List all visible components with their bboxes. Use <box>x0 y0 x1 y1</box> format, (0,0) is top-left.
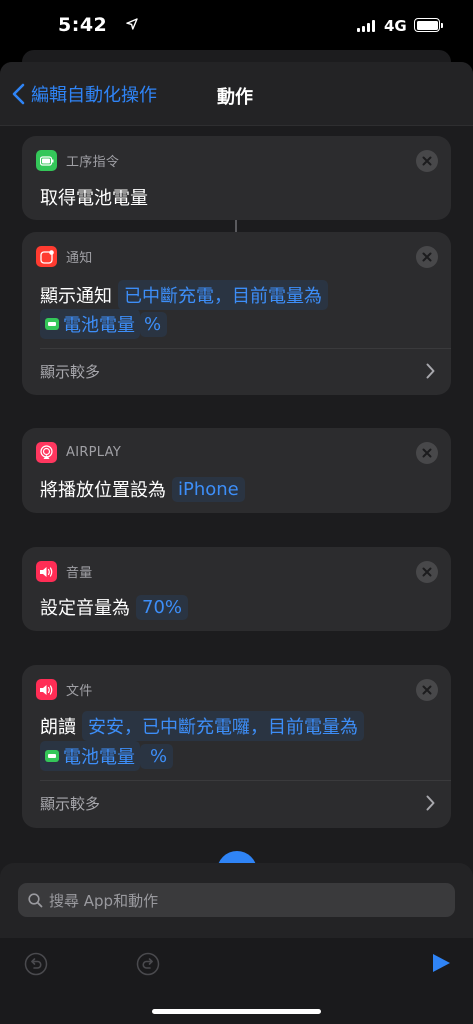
show-more-button[interactable]: 顯示較多 <box>40 781 435 825</box>
action-label: 朗讀 <box>40 717 76 738</box>
home-indicator <box>152 1009 321 1014</box>
play-icon[interactable] <box>430 952 452 974</box>
search-icon <box>28 892 43 907</box>
remove-action-button[interactable] <box>416 561 438 583</box>
search-placeholder: 搜尋 App和動作 <box>49 891 159 910</box>
shortcuts-battery-icon <box>36 150 57 171</box>
card-header: 文件 <box>36 679 93 700</box>
undo-icon[interactable] <box>24 952 48 976</box>
battery-variable-icon <box>45 750 59 762</box>
search-input[interactable]: 搜尋 App和動作 <box>18 883 455 917</box>
card-app-label: 通知 <box>66 251 93 266</box>
action-label: 顯示通知 <box>40 286 112 307</box>
card-app-label: 文件 <box>66 684 93 699</box>
page-title: 動作 <box>217 87 253 108</box>
show-more-label: 顯示較多 <box>40 362 101 381</box>
remove-action-button[interactable] <box>416 679 438 701</box>
connector-line <box>235 220 237 232</box>
chevron-right-icon <box>426 363 435 379</box>
status-time: 5:42 <box>58 14 108 36</box>
action-text: 設定音量為 70% <box>40 594 189 620</box>
card-header: 音量 <box>36 561 93 582</box>
location-arrow-icon <box>126 18 138 30</box>
chevron-right-icon <box>426 795 435 811</box>
action-card-airplay[interactable]: AIRPLAY 將播放位置設為 iPhone <box>22 428 451 513</box>
battery-variable-token[interactable]: 電池電量 <box>40 309 140 339</box>
remove-action-button[interactable] <box>416 442 438 464</box>
action-text: 顯示通知 已中斷充電，目前電量為 <box>40 280 328 310</box>
close-icon <box>422 252 432 262</box>
status-bar: 5:42 4G <box>0 0 473 52</box>
action-text: 將播放位置設為 iPhone <box>40 476 245 502</box>
card-header: 通知 <box>36 246 93 267</box>
card-app-label: AIRPLAY <box>66 445 122 460</box>
action-text: 朗讀 安安，已中斷充電囉，目前電量為 <box>40 711 364 741</box>
action-text-line2: 電池電量 % <box>40 309 168 339</box>
action-card-speak-text[interactable]: 文件 朗讀 安安，已中斷充電囉，目前電量為 電池電量 % 顯示較多 <box>22 665 451 828</box>
airplay-icon <box>36 442 57 463</box>
remove-action-button[interactable] <box>416 150 438 172</box>
percent-token[interactable]: % <box>140 311 168 337</box>
battery-icon <box>414 18 443 32</box>
remove-action-button[interactable] <box>416 246 438 268</box>
card-header: 工序指令 <box>36 150 119 171</box>
variable-label: 電池電量 <box>63 315 135 336</box>
close-icon <box>422 156 432 166</box>
card-app-label: 音量 <box>66 566 93 581</box>
speech-text-token[interactable]: 安安，已中斷充電囉，目前電量為 <box>82 711 364 741</box>
action-card-set-volume[interactable]: 音量 設定音量為 70% <box>22 547 451 631</box>
show-more-label: 顯示較多 <box>40 794 101 813</box>
card-header: AIRPLAY <box>36 442 121 463</box>
volume-token[interactable]: 70% <box>136 594 189 620</box>
redo-icon[interactable] <box>136 952 160 976</box>
action-card-show-notification[interactable]: 通知 顯示通知 已中斷充電，目前電量為 電池電量 % 顯示較多 <box>22 232 451 395</box>
show-more-button[interactable]: 顯示較多 <box>40 349 435 393</box>
network-label: 4G <box>384 17 407 35</box>
message-token[interactable]: 已中斷充電，目前電量為 <box>118 280 328 310</box>
action-label: 取得電池電量 <box>40 188 148 209</box>
card-app-label: 工序指令 <box>66 155 120 170</box>
speaker-icon <box>36 679 57 700</box>
action-text: 取得電池電量 <box>40 184 148 210</box>
battery-variable-token[interactable]: 電池電量 <box>40 741 140 771</box>
action-label: 將播放位置設為 <box>40 480 166 501</box>
signal-icon <box>357 20 375 32</box>
close-icon <box>422 448 432 458</box>
action-card-get-battery[interactable]: 工序指令 取得電池電量 <box>22 136 451 220</box>
variable-label: 電池電量 <box>63 747 135 768</box>
navigation-bar: 編輯自動化操作 動作 <box>0 62 473 126</box>
close-icon <box>422 567 432 577</box>
percent-token[interactable]: % <box>140 743 174 769</box>
close-icon <box>422 685 432 695</box>
notification-icon <box>36 246 57 267</box>
action-label: 設定音量為 <box>40 598 130 619</box>
action-text-line2: 電池電量 % <box>40 741 174 771</box>
speaker-icon <box>36 561 57 582</box>
destination-token[interactable]: iPhone <box>172 476 245 502</box>
battery-variable-icon <box>45 318 59 330</box>
